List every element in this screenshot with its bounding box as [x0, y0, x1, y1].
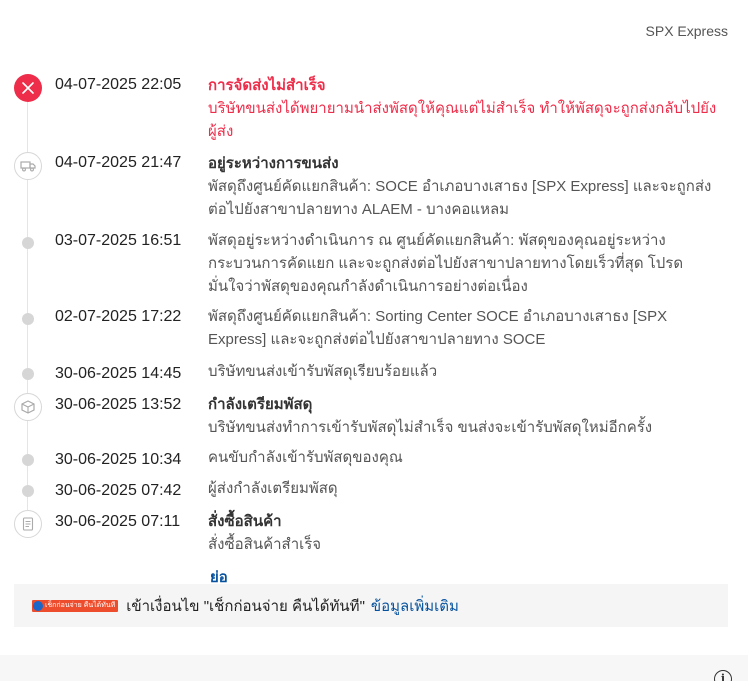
event-description: พัสดุอยู่ระหว่างดำเนินการ ณ ศูนย์คัดแยกส… — [208, 232, 684, 295]
event-time: 30-06-2025 14:45 — [55, 365, 182, 382]
event-description: พัสดุถึงศูนย์คัดแยกสินค้า: SOCE อำเภอบาง… — [208, 178, 712, 218]
check-before-pay-banner: เช็กก่อนจ่าย คืนได้ทันที เข้าเงื่อนไข "เ… — [14, 584, 728, 627]
event-description: สั่งซื้อสินค้าสำเร็จ — [208, 536, 322, 553]
refresh-icon — [33, 600, 43, 611]
truck-icon — [14, 152, 42, 180]
info-icon[interactable]: i — [714, 670, 732, 681]
event-description: ผู้ส่งกำลังเตรียมพัสดุ — [208, 480, 338, 497]
event-description: บริษัทขนส่งทำการเข้ารับพัสดุไม่สำเร็จ ขน… — [208, 419, 653, 436]
event-marker — [14, 393, 42, 421]
event-marker — [14, 74, 42, 102]
timeline-dot-icon — [22, 368, 34, 380]
event-title: สั่งซื้อสินค้า — [208, 513, 282, 530]
event-description: พัสดุถึงศูนย์คัดแยกสินค้า: Sorting Cente… — [208, 308, 668, 348]
more-info-link[interactable]: ข้อมูลเพิ่มเติม — [371, 594, 459, 618]
event-time: 04-07-2025 22:05 — [55, 76, 182, 93]
event-description: คนขับกำลังเข้ารับพัสดุของคุณ — [208, 449, 403, 466]
event-time: 04-07-2025 21:47 — [55, 154, 182, 171]
event-marker — [14, 510, 42, 538]
timeline-dot-icon — [22, 237, 34, 249]
banner-text: เข้าเงื่อนไข "เช็กก่อนจ่าย คืนได้ทันที" — [126, 597, 365, 615]
event-title: อยู่ระหว่างการขนส่ง — [208, 155, 339, 172]
event-time: 30-06-2025 10:34 — [55, 451, 182, 468]
package-icon — [14, 393, 42, 421]
event-marker — [14, 360, 42, 388]
event-description: บริษัทขนส่งเข้ารับพัสดุเรียบร้อยแล้ว — [208, 363, 438, 380]
timeline-dot-icon — [22, 313, 34, 325]
event-time: 30-06-2025 07:42 — [55, 482, 182, 499]
event-marker — [14, 229, 42, 257]
event-marker — [14, 446, 42, 474]
event-title: การจัดส่งไม่สำเร็จ — [208, 77, 326, 94]
event-time: 02-07-2025 17:22 — [55, 308, 182, 325]
event-time: 30-06-2025 07:11 — [55, 513, 181, 530]
timeline-dot-icon — [22, 485, 34, 497]
close-icon — [14, 74, 42, 102]
timeline-dot-icon — [22, 454, 34, 466]
event-marker — [14, 477, 42, 505]
event-time: 03-07-2025 16:51 — [55, 232, 182, 249]
tracking-page: SPX Express 04-07-2025 22:05 การจัดส่งไม… — [0, 0, 748, 681]
event-marker — [14, 152, 42, 180]
event-time: 30-06-2025 13:52 — [55, 396, 182, 413]
footer-bar — [0, 655, 748, 681]
promo-badge: เช็กก่อนจ่าย คืนได้ทันที — [32, 599, 119, 612]
event-title: กำลังเตรียมพัสดุ — [208, 396, 313, 413]
carrier-name: SPX Express — [645, 23, 728, 39]
event-marker — [14, 305, 42, 333]
event-description: บริษัทขนส่งได้พยายามนำส่งพัสดุให้คุณแต่ไ… — [208, 100, 717, 140]
promo-badge-label: เช็กก่อนจ่าย คืนได้ทันที — [45, 602, 116, 609]
receipt-icon — [14, 510, 42, 538]
